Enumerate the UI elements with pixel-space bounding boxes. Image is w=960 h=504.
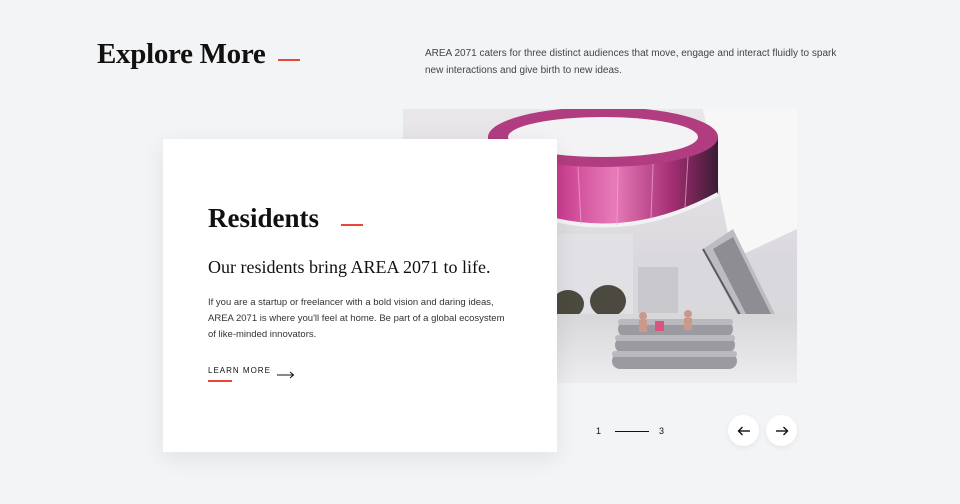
card-subtitle: Our residents bring AREA 2071 to life. bbox=[208, 257, 491, 277]
learn-more-link[interactable]: LEARN MORE bbox=[208, 365, 295, 383]
intro-text: AREA 2071 caters for three distinct audi… bbox=[425, 48, 837, 76]
page-title: Explore More bbox=[97, 38, 266, 70]
learn-more-underline bbox=[208, 380, 232, 382]
pager-current: 1 bbox=[596, 426, 602, 436]
arrow-left-icon bbox=[737, 426, 750, 435]
learn-more-label: LEARN MORE bbox=[208, 366, 271, 375]
arrow-right-icon bbox=[775, 426, 788, 435]
residents-card: Residents Our residents bring AREA 2071 … bbox=[163, 139, 557, 452]
card-title: Residents bbox=[208, 203, 320, 233]
pager-total: 3 bbox=[659, 426, 665, 436]
arrow-right-icon bbox=[276, 366, 295, 384]
card-description: If you are a startup or freelancer with … bbox=[208, 297, 505, 340]
previous-slide-button[interactable] bbox=[728, 415, 759, 446]
card-accent-dash bbox=[341, 224, 363, 226]
slide-pager: 1 3 bbox=[596, 424, 664, 438]
next-slide-button[interactable] bbox=[766, 415, 797, 446]
pager-progress-line bbox=[615, 430, 650, 432]
title-accent-dash bbox=[278, 59, 300, 61]
